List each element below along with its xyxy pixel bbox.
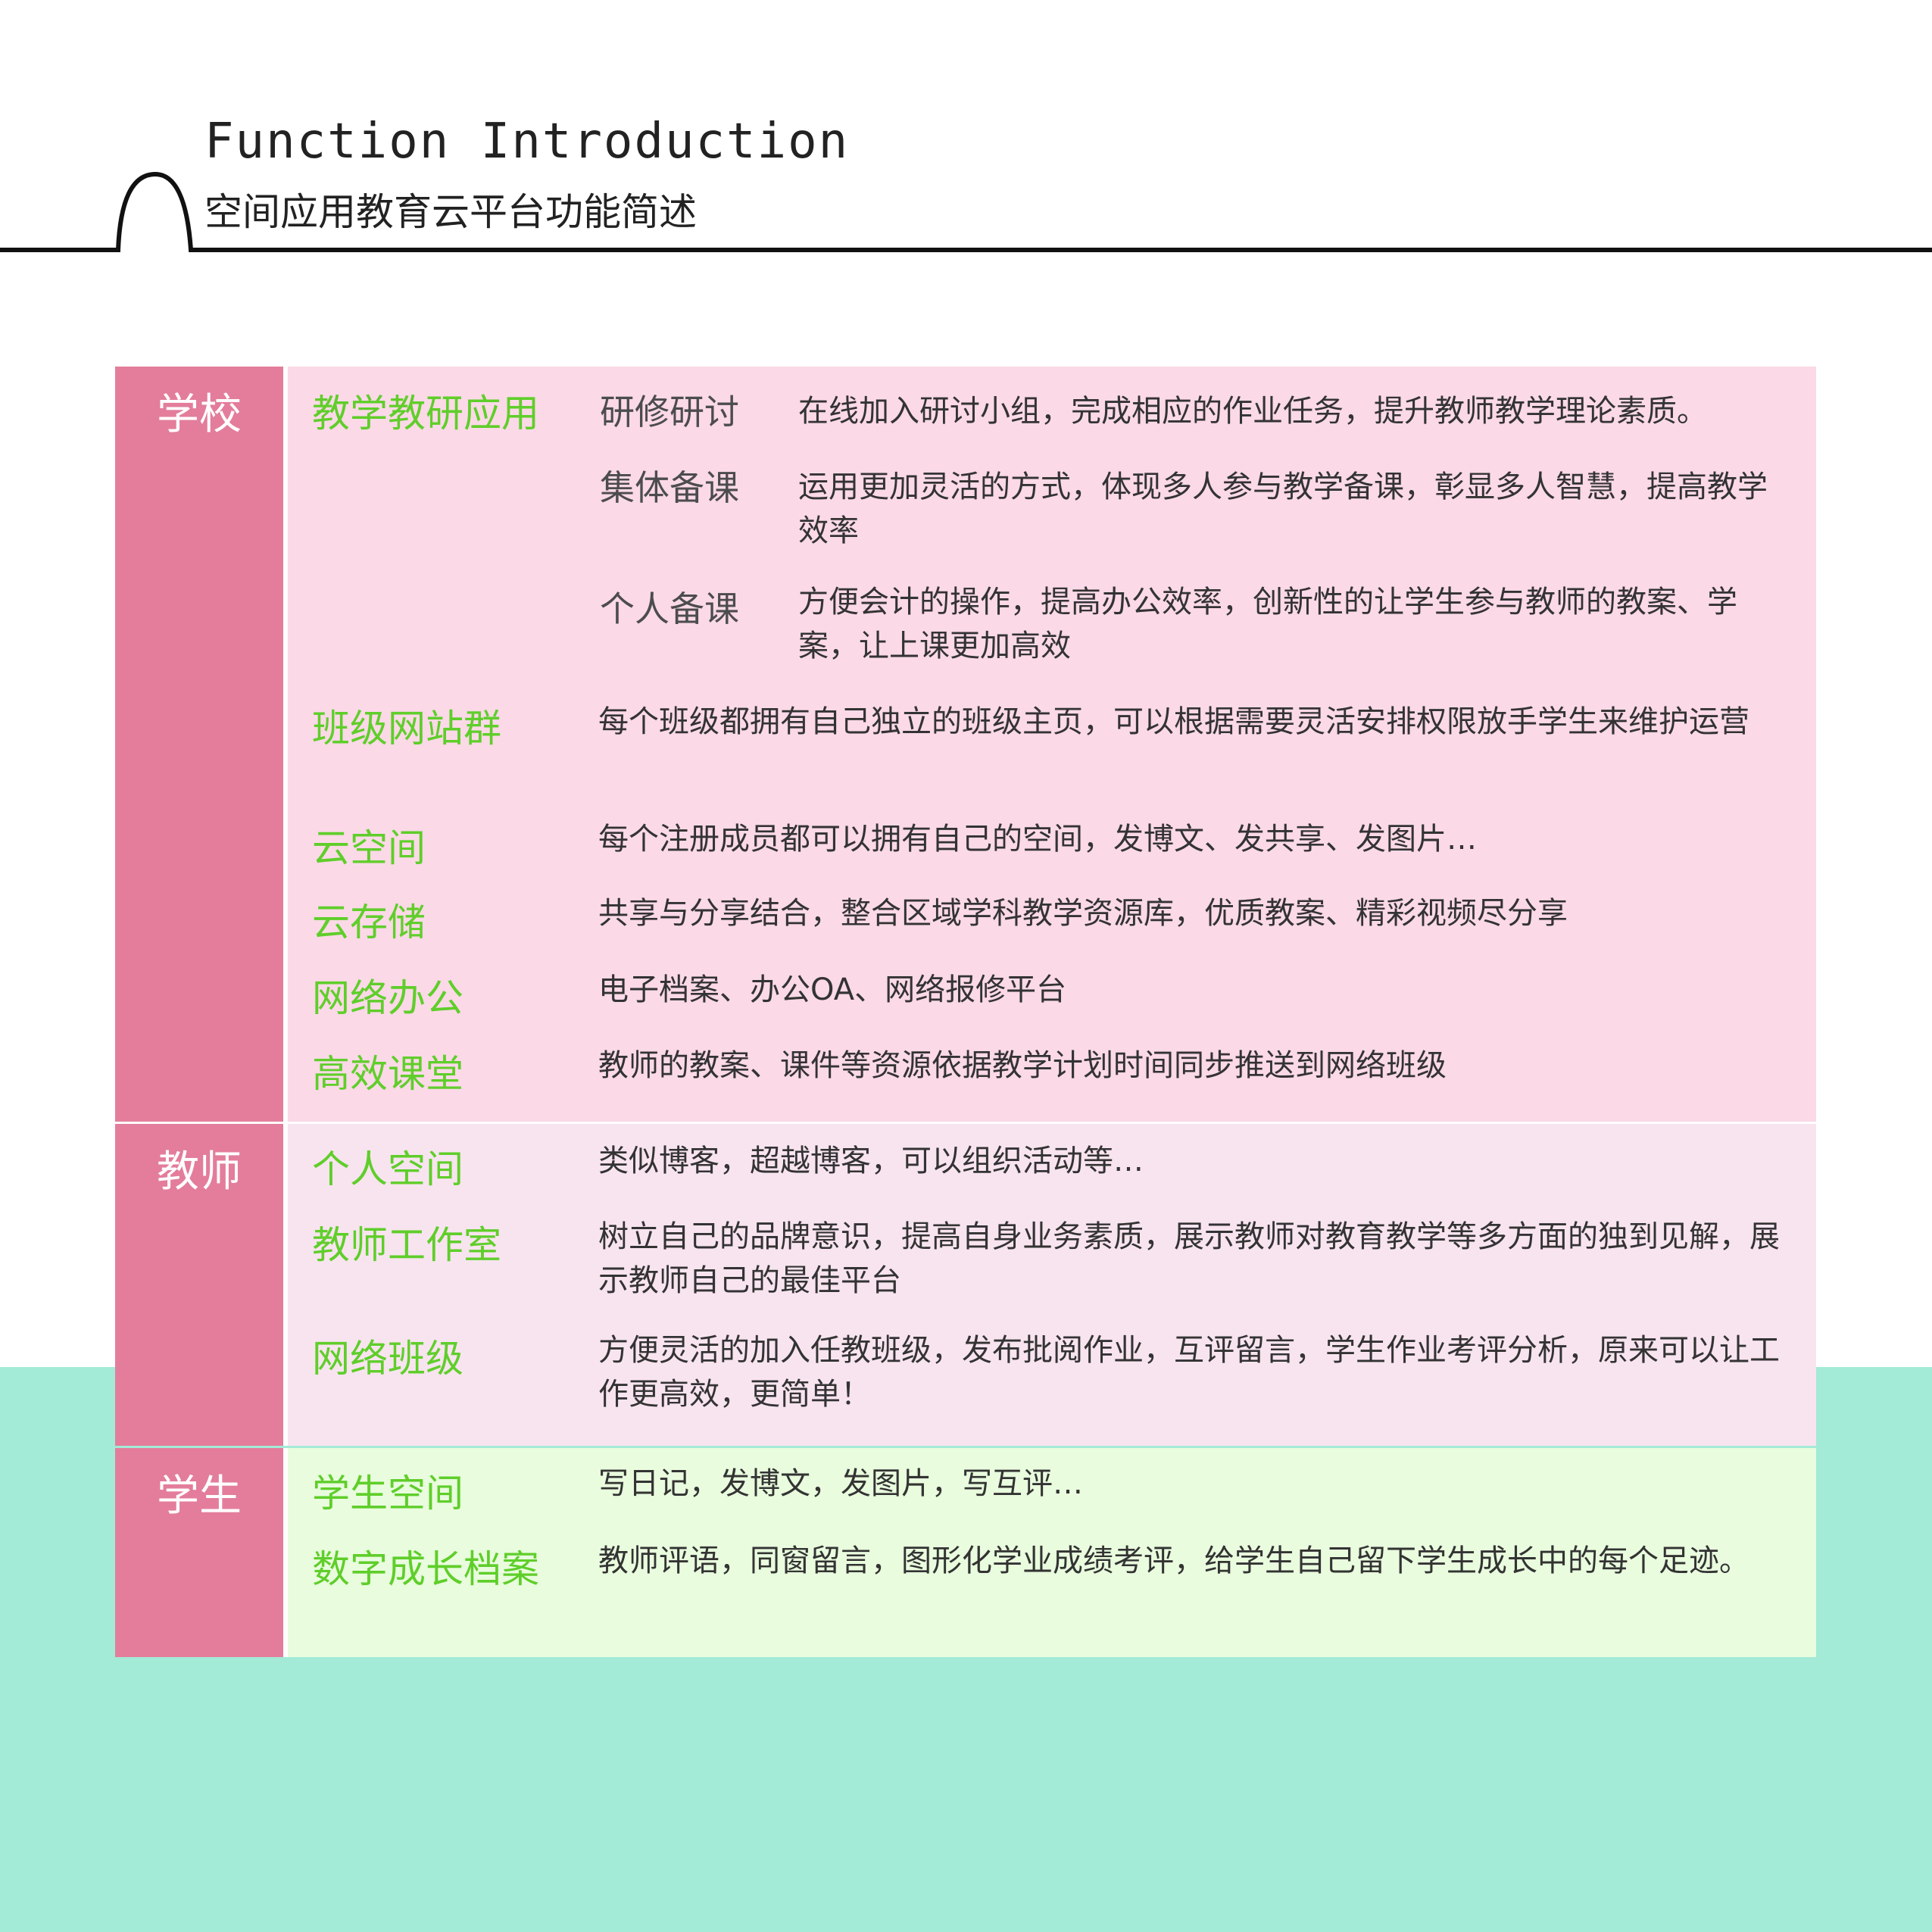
page-subtitle: 空间应用教育云平台功能简述 [204,190,697,234]
category-cell-student: 学生 [115,1448,283,1657]
section-school: 学校 教学教研应用 研修研讨 在线加入研讨小组，完成相应的作业任务，提升教师教学… [115,367,1816,1122]
function-desc: 教师评语，同窗留言，图形化学业成绩考评，给学生自己留下学生成长中的每个足迹。 [598,1543,1749,1578]
function-desc: 共享与分享结合，整合区域学科教学资源库，优质教案、精彩视频尽分享 [598,896,1568,931]
function-name: 数字成长档案 [312,1547,539,1591]
function-desc: 树立自己的品牌意识，提高自身业务素质，展示教师对教育教学等多方面的独到见解，展示… [598,1219,1780,1298]
function-name: 高效课堂 [312,1052,463,1096]
function-desc: 每个班级都拥有自己独立的班级主页，可以根据需要灵活安排权限放手学生来维护运营 [598,704,1749,739]
function-desc: 类似博客，超越博客，可以组织活动等… [598,1144,1144,1178]
function-desc: 电子档案、办公OA、网络报修平台 [598,972,1067,1007]
section-teacher: 教师 个人空间 类似博客，超越博客，可以组织活动等… 教师工作室 树立自己的品牌… [115,1124,1816,1446]
function-name: 网络办公 [312,976,463,1020]
column-separator [283,367,288,1122]
category-label-teacher: 教师 [157,1147,242,1197]
function-name: 个人空间 [312,1147,463,1191]
sub-function-desc: 方便会计的操作，提高办公效率，创新性的让学生参与教师的教案、学案，让上课更加高效 [798,585,1737,663]
function-name: 云存储 [312,900,426,944]
sub-function-name: 集体备课 [600,467,739,508]
function-name: 班级网站群 [312,707,501,751]
sub-function-name: 个人备课 [600,588,739,629]
function-name: 云空间 [312,826,426,870]
function-desc: 写日记，发博文，发图片，写互评… [598,1466,1083,1501]
column-separator [283,1124,288,1446]
function-desc: 教师的教案、课件等资源依据教学计划时间同步推送到网络班级 [598,1048,1447,1083]
category-label-school: 学校 [157,390,242,439]
function-name: 网络班级 [312,1337,463,1381]
sub-function-name: 研修研讨 [600,392,739,432]
function-desc: 每个注册成员都可以拥有自己的空间，发博文、发共享、发图片… [598,822,1477,857]
section-student: 学生 学生空间 写日记，发博文，发图片，写互评… 数字成长档案 教师评语，同窗留… [115,1448,1816,1657]
category-label-student: 学生 [157,1472,242,1521]
sub-function-desc: 在线加入研讨小组，完成相应的作业任务，提升教师教学理论素质。 [798,394,1707,429]
page-title: Function Introduction [204,114,850,170]
sub-function-desc: 运用更加灵活的方式，体现多人参与教学备课，彰显多人智慧，提高教学效率 [798,470,1768,548]
function-desc: 方便灵活的加入任教班级，发布批阅作业，互评留言，学生作业考评分析，原来可以让工作… [598,1333,1780,1412]
function-name: 教师工作室 [312,1223,501,1267]
column-separator [283,1448,288,1657]
function-name: 学生空间 [312,1472,463,1515]
category-cell-teacher: 教师 [115,1124,283,1446]
category-cell-school: 学校 [115,367,283,1122]
function-name: 教学教研应用 [312,392,539,435]
